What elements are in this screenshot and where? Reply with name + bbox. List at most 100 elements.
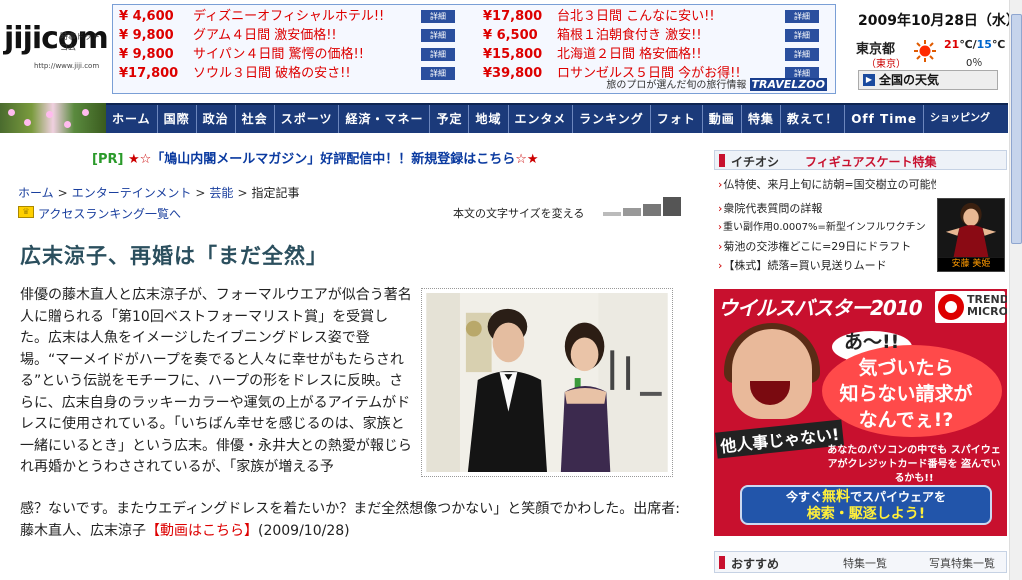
travel-ad-right-column: ¥17,800 台北３日間 こんなに安い!! 詳細 ¥ 6,500 箱根１泊朝食付き …: [483, 7, 833, 83]
tour-name[interactable]: サイパン４日間 驚愕の価格!!: [193, 47, 364, 62]
play-arrow-icon: ▶: [863, 74, 875, 86]
detail-button[interactable]: 詳細: [421, 29, 455, 42]
travel-ad-row[interactable]: ¥ 6,500 箱根１泊朝食付き 激安!! 詳細: [483, 26, 833, 45]
precip-chance: 0％: [966, 58, 983, 69]
travelzoo-logo[interactable]: TRAVELZOO: [749, 78, 827, 91]
tour-name[interactable]: ディズニーオフィシャルホテル!!: [193, 9, 384, 24]
article-photo[interactable]: [421, 288, 673, 477]
price: ¥17,800: [483, 9, 543, 24]
nav-flower-decoration: [0, 103, 106, 133]
national-weather-button[interactable]: ▶ 全国の天気: [858, 70, 998, 90]
travel-ad-row[interactable]: ¥17,800 ソウル３日間 破格の安さ!! 詳細: [119, 64, 469, 83]
nav-offtime[interactable]: Off Time: [845, 105, 924, 133]
nav-entertainment[interactable]: エンタメ: [509, 105, 574, 133]
detail-button[interactable]: 詳細: [785, 10, 819, 23]
ad-cta-line-1: 今すぐ無料でスパイウェアを: [742, 489, 990, 506]
temp-unit: ℃: [991, 38, 1006, 51]
price: ¥17,800: [119, 66, 179, 81]
site-logo[interactable]: jijicom 時事ドットコム http://www.jiji.com: [4, 10, 109, 70]
nav-region[interactable]: 地域: [469, 105, 509, 133]
pr-link[interactable]: [PR] ★☆「鳩山内閣メールマガジン」好評配信中！！新規登録はこちら☆★: [92, 148, 539, 167]
ad-model-face: [732, 329, 812, 419]
breadcrumb-separator: >: [237, 186, 248, 200]
video-link[interactable]: 【動画はこちら】: [146, 523, 258, 539]
detail-button[interactable]: 詳細: [785, 48, 819, 61]
nav-politics[interactable]: 政治: [197, 105, 236, 133]
detail-button[interactable]: 詳細: [421, 48, 455, 61]
featured-thumbnail[interactable]: 安藤 美姫: [937, 198, 1005, 272]
scrollbar-thumb[interactable]: [1011, 14, 1022, 244]
nav-photo[interactable]: フォト: [651, 105, 703, 133]
ad-title: ウイルスバスター2010: [718, 296, 923, 320]
font-size-small-button[interactable]: [603, 212, 621, 216]
header-accent: [719, 154, 725, 167]
breadcrumb-geino[interactable]: 芸能: [209, 186, 233, 200]
temp-low: 15: [976, 38, 992, 51]
news-item[interactable]: 衆院代表質問の詳報: [718, 199, 936, 218]
nav-ranking[interactable]: ランキング: [573, 105, 651, 133]
breadcrumb-entertainment[interactable]: エンターテインメント: [72, 186, 192, 200]
ichioshi-topic-link[interactable]: フィギュアスケート特集: [805, 153, 937, 170]
font-size-xlarge-button[interactable]: [663, 197, 681, 216]
nav-sports[interactable]: スポーツ: [275, 105, 340, 133]
current-date: 2009年10月28日（水）: [858, 13, 1020, 29]
price: ¥39,800: [483, 66, 543, 81]
detail-button[interactable]: 詳細: [421, 67, 455, 80]
nav-video[interactable]: 動画: [703, 105, 742, 133]
pr-stars: ★☆: [127, 152, 152, 167]
font-size-selector[interactable]: [603, 197, 681, 216]
news-item[interactable]: 仏特使、来月上旬に訪朝=国交樹立の可能性探る: [718, 175, 936, 194]
tour-name[interactable]: 北海道２日間 格安価格!!: [557, 47, 702, 62]
nav-schedule[interactable]: 予定: [430, 105, 470, 133]
flower-dot: [64, 121, 71, 128]
logo-kana: 時事ドットコム: [60, 32, 100, 52]
font-size-large-button[interactable]: [643, 204, 661, 216]
temp-unit: ℃/: [959, 38, 977, 51]
news-item[interactable]: 菊池の交渉権どこに=29日にドラフト: [718, 237, 936, 256]
detail-button[interactable]: 詳細: [421, 10, 455, 23]
breadcrumb-home[interactable]: ホーム: [18, 186, 54, 200]
travel-ad-banner[interactable]: ¥ 4,600 ディズニーオフィシャルホテル!! 詳細 ¥ 9,800 グアム４日間 …: [112, 4, 836, 94]
nav-home[interactable]: ホーム: [106, 105, 158, 133]
nav-economy[interactable]: 経済・マネー: [339, 105, 431, 133]
tour-name[interactable]: 箱根１泊朝食付き 激安!!: [557, 28, 702, 43]
font-size-label: 本文の文字サイズを変える: [453, 207, 585, 220]
ad-tagline: 他人事じゃない!: [714, 419, 845, 459]
font-size-medium-button[interactable]: [623, 208, 641, 216]
news-item[interactable]: 重い副作用0.0007%=新型インフルワクチン: [718, 218, 936, 237]
ad-cta-button[interactable]: 今すぐ無料でスパイウェアを 検索・駆逐しよう!: [740, 485, 992, 525]
travel-ad-row[interactable]: ¥ 9,800 サイパン４日間 驚愕の価格!! 詳細: [119, 45, 469, 64]
article-body: 俳優の藤木直人と広末涼子が、フォーマルウエアが似合う著名人に贈られる「第10回ベ…: [20, 287, 412, 475]
virusbuster-ad[interactable]: ウイルスバスター2010 TREND MICRO あ〜!! 気づいたら 知らない…: [714, 289, 1007, 536]
detail-button[interactable]: 詳細: [785, 29, 819, 42]
main-navigation: ホーム 国際 政治 社会 スポーツ 経済・マネー 予定 地域 エンタメ ランキン…: [106, 103, 1008, 133]
ranking-link-text: アクセスランキング一覧へ: [38, 207, 182, 221]
tour-name[interactable]: グアム４日間 激安価格!!: [193, 28, 337, 43]
crown-icon: ♛: [18, 206, 34, 218]
nav-society[interactable]: 社会: [236, 105, 275, 133]
trend-micro-text: TREND MICRO: [967, 293, 1007, 318]
travel-ad-row[interactable]: ¥ 4,600 ディズニーオフィシャルホテル!! 詳細: [119, 7, 469, 26]
nav-ask[interactable]: 教えて！: [781, 105, 846, 133]
ad-copy: あ〜!! 気づいたら 知らない請求が なんでぇ!?: [810, 329, 1002, 433]
ranking-link[interactable]: ♛ アクセスランキング一覧へ: [18, 205, 181, 222]
vertical-scrollbar[interactable]: [1009, 0, 1022, 580]
feature-list-link[interactable]: 特集一覧: [843, 555, 887, 571]
travel-ad-row[interactable]: ¥15,800 北海道２日間 格安価格!! 詳細: [483, 45, 833, 64]
photo-feature-list-link[interactable]: 写真特集一覧: [929, 555, 995, 571]
article-body-tail: 感？ないです。またウエディングドレスを着たいか？まだ全然想像つかない」と笑顔でか…: [20, 501, 680, 539]
nav-feature[interactable]: 特集: [742, 105, 781, 133]
tour-name[interactable]: ソウル３日間 破格の安さ!!: [193, 66, 351, 81]
tour-name[interactable]: 台北３日間 こんなに安い!!: [557, 9, 715, 24]
news-item[interactable]: 【株式】続落=買い見送りムード: [718, 256, 936, 275]
recommend-header: おすすめ 特集一覧 写真特集一覧: [714, 551, 1007, 573]
logo-url: http://www.jiji.com: [34, 62, 100, 70]
travel-ad-row[interactable]: ¥ 9,800 グアム４日間 激安価格!! 詳細: [119, 26, 469, 45]
travel-ad-row[interactable]: ¥17,800 台北３日間 こんなに安い!! 詳細: [483, 7, 833, 26]
nav-shopping[interactable]: ショッピング: [924, 105, 996, 133]
nav-international[interactable]: 国際: [158, 105, 197, 133]
ad-small-text: あなたのパソコンの中でも スパイウェアがクレジットカード番号を 盗んでいるかも!…: [827, 445, 1001, 484]
pr-text: 「鳩山内閣メールマガジン」好評配信中！！新規登録はこちら: [151, 152, 516, 167]
cta-text: でスパイウェアを: [850, 490, 947, 504]
trend-micro-ring-icon: [938, 294, 964, 320]
